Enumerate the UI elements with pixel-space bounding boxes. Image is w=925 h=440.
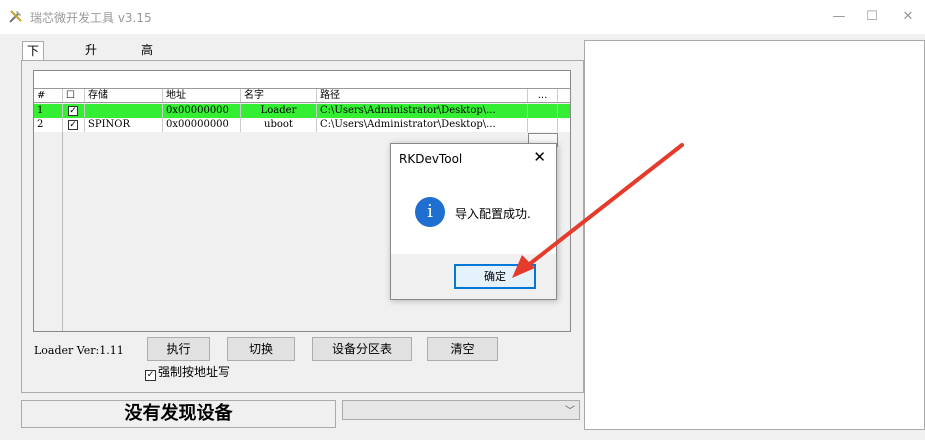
force-address-label: 强制按地址写 — [158, 365, 231, 379]
tab-download-image[interactable]: 下载镜像 — [22, 41, 45, 112]
row-check-cell: ✓ — [63, 118, 85, 132]
partition-table-button[interactable]: 设备分区表 — [312, 337, 412, 361]
row-name[interactable]: Loader — [241, 104, 317, 118]
info-icon: i — [415, 197, 445, 227]
row-gutter — [34, 132, 63, 331]
dialog-footer: 确定 — [391, 254, 556, 299]
tab-upgrade-firmware[interactable]: 升级固件 — [81, 41, 101, 111]
table-top-strip — [34, 71, 570, 89]
device-status: 没有发现设备 — [21, 400, 336, 428]
title-bar: 瑞芯微开发工具 v3.15 — ☐ ✕ — [0, 0, 925, 34]
force-address-write[interactable]: ✓ 强制按地址写 — [145, 364, 230, 381]
table-header: # ☐ 存储 地址 名字 路径 ... — [34, 89, 570, 103]
col-header-name[interactable]: 名字 — [241, 89, 317, 102]
col-header-index[interactable]: # — [34, 89, 63, 102]
force-address-checkbox[interactable]: ✓ — [145, 370, 156, 381]
clear-button[interactable]: 清空 — [427, 337, 498, 361]
col-header-check[interactable]: ☐ — [63, 89, 85, 102]
log-panel — [584, 40, 925, 430]
close-button[interactable]: ✕ — [893, 6, 923, 28]
loader-version: Loader Ver:1.11 — [34, 344, 124, 357]
col-header-path[interactable]: 路径 — [317, 89, 528, 102]
row-path[interactable]: C:\Users\Administrator\Desktop\... — [317, 104, 528, 118]
row-checkbox[interactable]: ✓ — [68, 120, 78, 130]
switch-button[interactable]: 切换 — [227, 337, 295, 361]
minimize-button[interactable]: — — [824, 6, 854, 28]
table-row[interactable]: 2 ✓ SPINOR 0x00000000 uboot C:\Users\Adm… — [34, 118, 570, 132]
row-check-cell: ✓ — [63, 104, 85, 118]
maximize-button[interactable]: ☐ — [857, 6, 887, 28]
device-select[interactable]: ﹀ — [342, 400, 580, 420]
row-storage: SPINOR — [85, 118, 163, 132]
row-name[interactable]: uboot — [241, 118, 317, 132]
dialog-title: RKDevTool — [399, 152, 463, 166]
rkdevtool-window: 瑞芯微开发工具 v3.15 — ☐ ✕ 下载镜像 升级固件 高级功能 # ☐ 存… — [0, 0, 925, 440]
chevron-down-icon: ﹀ — [565, 406, 575, 417]
ok-button[interactable]: 确定 — [454, 264, 536, 289]
col-header-more[interactable]: ... — [528, 89, 558, 102]
row-index: 1 — [34, 104, 63, 118]
tools-icon — [9, 10, 22, 23]
row-address[interactable]: 0x00000000 — [163, 104, 241, 118]
window-title: 瑞芯微开发工具 v3.15 — [30, 11, 152, 25]
row-storage — [85, 104, 163, 118]
row-more-cell — [528, 104, 558, 118]
table-row[interactable]: 1 ✓ 0x00000000 Loader C:\Users\Administr… — [34, 104, 570, 118]
dialog-message: 导入配置成功. — [455, 207, 531, 221]
dialog-close-button[interactable]: ✕ — [533, 148, 546, 166]
message-dialog: RKDevTool ✕ i 导入配置成功. 确定 — [390, 143, 557, 300]
run-button[interactable]: 执行 — [147, 337, 210, 361]
row-index: 2 — [34, 118, 63, 132]
row-more-cell — [528, 118, 558, 132]
row-address[interactable]: 0x00000000 — [163, 118, 241, 132]
row-checkbox[interactable]: ✓ — [68, 106, 78, 116]
tab-advanced[interactable]: 高级功能 — [137, 41, 157, 111]
col-header-storage[interactable]: 存储 — [85, 89, 163, 102]
col-header-address[interactable]: 地址 — [163, 89, 241, 102]
row-path[interactable]: C:\Users\Administrator\Desktop\... — [317, 118, 528, 132]
